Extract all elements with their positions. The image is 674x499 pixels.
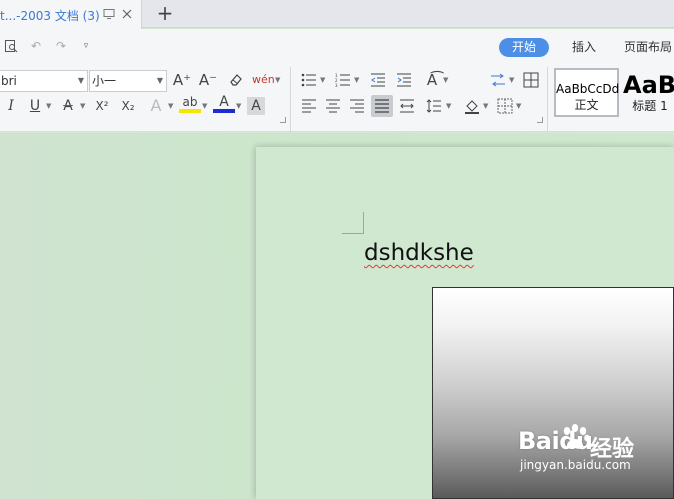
undo-icon[interactable]: ↶ xyxy=(29,39,43,53)
decrease-indent-icon[interactable] xyxy=(367,69,389,91)
watermark-url: jingyan.baidu.com xyxy=(520,458,631,472)
chevron-down-icon[interactable]: ▼ xyxy=(354,69,359,91)
char-shading-button[interactable]: A xyxy=(247,97,265,115)
tab-page-layout[interactable]: 页面布局 xyxy=(620,38,674,57)
italic-button[interactable]: I xyxy=(0,95,22,117)
monitor-icon[interactable] xyxy=(103,8,115,20)
chevron-down-icon[interactable]: ▿ xyxy=(79,39,93,53)
style-name: 正文 xyxy=(574,98,599,112)
line-spacing-icon[interactable] xyxy=(423,95,445,117)
font-dialog-launcher[interactable] xyxy=(280,117,286,123)
line-spacing-convert-icon[interactable] xyxy=(487,69,509,91)
chevron-down-icon[interactable]: ▼ xyxy=(483,95,488,117)
ribbon-toolbar: ↶ ↷ ▿ 开始 插入 页面布局 bri ▼ 小一 ▼ A⁺ A⁻ wén ▼ … xyxy=(0,29,674,155)
font-size-value: 小一 xyxy=(92,74,117,88)
style-heading-1[interactable]: AaBl 标题 1 xyxy=(620,68,674,117)
grow-font-button[interactable]: A⁺ xyxy=(171,69,193,91)
chevron-down-icon[interactable]: ▼ xyxy=(46,95,51,117)
highlight-button[interactable]: ab xyxy=(179,93,201,113)
margin-corner-mark xyxy=(342,212,364,234)
chevron-down-icon: ▼ xyxy=(156,76,163,85)
strikethrough-button[interactable]: A xyxy=(57,95,79,117)
subscript-button[interactable]: X₂ xyxy=(117,95,139,117)
chevron-down-icon[interactable]: ▼ xyxy=(443,69,448,91)
borders-icon[interactable] xyxy=(494,95,516,117)
redo-icon[interactable]: ↷ xyxy=(54,39,68,53)
chevron-down-icon[interactable]: ▼ xyxy=(509,69,514,91)
paw-icon xyxy=(563,424,590,449)
style-sample: AaBbCcDd xyxy=(556,82,620,96)
clear-format-icon[interactable] xyxy=(225,69,247,91)
chevron-down-icon[interactable]: ▼ xyxy=(516,95,521,117)
chevron-down-icon[interactable]: ▼ xyxy=(320,69,325,91)
document-text[interactable]: dshdkshe xyxy=(364,238,474,268)
font-name-value: bri xyxy=(1,74,17,88)
chevron-down-icon[interactable]: ▼ xyxy=(236,95,241,117)
font-color-button[interactable]: A xyxy=(213,93,235,113)
increase-indent-icon[interactable] xyxy=(393,69,415,91)
new-tab-button[interactable]: + xyxy=(156,3,174,23)
align-left-icon[interactable] xyxy=(298,95,320,117)
align-right-icon[interactable] xyxy=(346,95,368,117)
svg-text:3: 3 xyxy=(335,83,338,87)
tab-title: t...-2003 文档 (3) xyxy=(0,9,100,23)
tab-bar: t...-2003 文档 (3) + xyxy=(0,0,674,29)
paragraph-dialog-launcher[interactable] xyxy=(537,117,543,123)
chevron-down-icon[interactable]: ▼ xyxy=(202,95,207,117)
chevron-down-icon[interactable]: ▼ xyxy=(168,95,173,117)
style-normal[interactable]: AaBbCcDd 正文 xyxy=(554,68,619,117)
shrink-font-button[interactable]: A⁻ xyxy=(197,69,219,91)
chevron-down-icon[interactable]: ▼ xyxy=(80,95,85,117)
font-name-select[interactable]: bri ▼ xyxy=(0,70,88,92)
document-tab[interactable]: t...-2003 文档 (3) xyxy=(0,0,142,29)
align-center-icon[interactable] xyxy=(322,95,344,117)
tab-insert[interactable]: 插入 xyxy=(566,38,602,57)
tab-home[interactable]: 开始 xyxy=(499,38,549,57)
chevron-down-icon[interactable]: ▼ xyxy=(275,69,280,91)
bullet-list-icon[interactable] xyxy=(298,69,320,91)
chevron-down-icon[interactable]: ▼ xyxy=(446,95,451,117)
phonetic-guide-button[interactable]: wén xyxy=(252,69,275,91)
text-direction-icon[interactable]: A͡ xyxy=(421,69,443,91)
print-preview-icon[interactable] xyxy=(4,39,18,53)
chevron-down-icon: ▼ xyxy=(77,76,84,85)
superscript-button[interactable]: X² xyxy=(91,95,113,117)
justify-icon[interactable] xyxy=(371,95,393,117)
close-icon[interactable] xyxy=(121,8,133,20)
style-name: 标题 1 xyxy=(632,99,668,113)
text-effect-button[interactable]: A xyxy=(145,95,167,117)
table-grid-icon[interactable] xyxy=(520,69,542,91)
shading-bucket-icon[interactable] xyxy=(461,95,483,117)
style-sample: AaBl xyxy=(623,71,674,99)
numbered-list-icon[interactable]: 123 xyxy=(332,69,354,91)
distribute-icon[interactable] xyxy=(396,95,418,117)
underline-button[interactable]: U xyxy=(24,95,46,117)
font-size-select[interactable]: 小一 ▼ xyxy=(89,70,167,92)
